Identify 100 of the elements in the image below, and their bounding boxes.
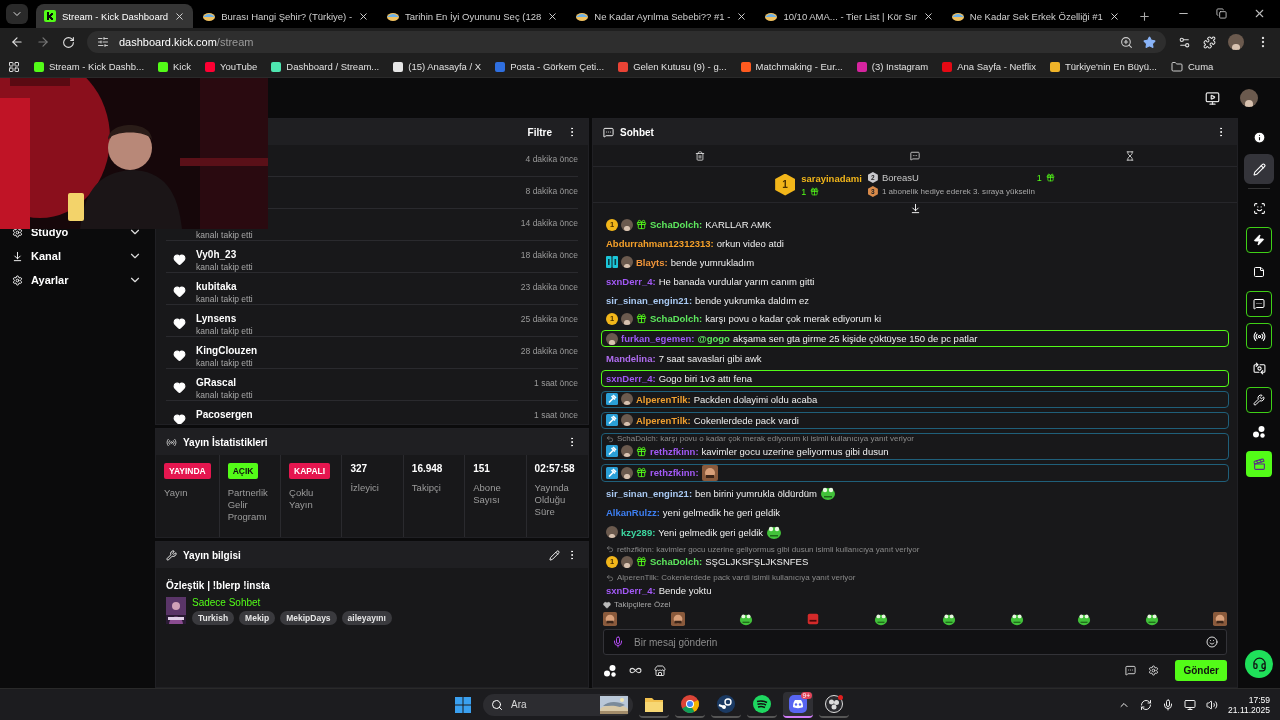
bookmark-link[interactable]: Posta - Görkem Çeti... [510, 61, 605, 72]
settings-icon[interactable] [1148, 665, 1160, 676]
search-box[interactable]: Ara [483, 693, 634, 716]
close-icon[interactable] [174, 10, 186, 22]
apps-grid-icon[interactable] [8, 60, 20, 73]
screen-icon[interactable] [1205, 90, 1220, 106]
close-icon[interactable] [922, 10, 934, 22]
browser-tab[interactable]: Ne Kadar Ayrılma Sebebi?? #1 - [568, 4, 756, 28]
chat-username[interactable]: sxnDerr_4: [606, 373, 656, 384]
bookmark-link[interactable]: Kick [173, 61, 191, 72]
extension-icon[interactable] [1178, 35, 1191, 49]
tool-button[interactable] [1246, 323, 1272, 349]
sync-icon[interactable] [1140, 698, 1153, 711]
close-icon[interactable] [358, 10, 370, 22]
bookmark-link[interactable]: Cuma [1188, 61, 1214, 72]
chat-username[interactable]: rethzfkinn: [650, 445, 699, 457]
tag[interactable]: aileyayını [341, 611, 392, 625]
browser-tab[interactable]: 10/10 AMA... - Tier List | Kör Sır [757, 4, 942, 28]
chat-username[interactable]: sxnDerr_4: [606, 275, 656, 287]
tool-button[interactable] [1246, 227, 1272, 253]
tool-button[interactable] [1246, 451, 1272, 477]
browser-tab[interactable]: Burası Hangi Şehir? (Türkiye) - [195, 4, 378, 28]
help-button[interactable] [1245, 650, 1273, 678]
browser-tab[interactable]: Tarihin En İyi Oyununu Seç (128 [379, 4, 567, 28]
emote-icon[interactable] [670, 612, 685, 626]
send-button[interactable]: Gönder [1175, 660, 1227, 681]
close-icon[interactable] [547, 10, 559, 22]
tag[interactable]: Turkish [192, 611, 235, 625]
chat-username[interactable]: rethzfkinn: [650, 467, 699, 478]
back-icon[interactable] [10, 35, 24, 49]
chat-username[interactable]: SchaDolch: [650, 556, 703, 567]
chat-username[interactable]: SchaDolch: [650, 313, 703, 325]
emote-icon[interactable] [1145, 612, 1160, 626]
close-icon[interactable] [1253, 7, 1266, 20]
monitor-icon[interactable] [1184, 698, 1197, 711]
emote-icon[interactable] [1009, 612, 1024, 626]
avatar[interactable] [1228, 34, 1244, 50]
forward-icon[interactable] [36, 35, 50, 49]
zoom-icon[interactable] [1120, 35, 1133, 49]
browser-tab[interactable]: Stream - Kick Dashboard [36, 4, 194, 28]
browser-tab[interactable]: Ne Kadar Sek Erkek Özelliği #1 [943, 4, 1128, 28]
emoji-icon[interactable] [1206, 636, 1218, 648]
chat-username[interactable]: sxnDerr_4: [606, 584, 656, 596]
bookmark-link[interactable]: Gelen Kutusu (9) - g... [633, 61, 727, 72]
chat-username[interactable]: AlperenTilk: [636, 393, 691, 405]
star-icon[interactable] [1143, 35, 1156, 49]
volume-icon[interactable] [1206, 698, 1219, 711]
sidebar-item[interactable]: Ayarlar [31, 274, 120, 286]
emote-icon[interactable] [1212, 612, 1227, 626]
chat-username[interactable]: Mandelina: [606, 353, 656, 365]
chat-username[interactable]: SchaDolch: [650, 219, 703, 230]
chat-username[interactable]: sir_sinan_engin21: [606, 294, 693, 306]
chat-icon[interactable] [1125, 665, 1137, 676]
emote-icon[interactable] [1077, 612, 1092, 626]
category-link[interactable]: Sadece Sohbet [192, 597, 261, 608]
chat-username[interactable]: sir_sinan_engin21: [606, 487, 693, 499]
close-icon[interactable] [736, 10, 748, 22]
bookmark-link[interactable]: Stream - Kick Dashb... [49, 61, 145, 72]
reload-icon[interactable] [62, 35, 75, 49]
emote-icon[interactable] [941, 612, 956, 626]
emote-icon[interactable] [766, 524, 783, 541]
pencil-icon[interactable] [549, 549, 560, 561]
search-field[interactable]: Ara [509, 698, 594, 711]
chat-username[interactable]: AlperenTilk: [636, 414, 691, 426]
bookmark-link[interactable]: (3) Instagram [871, 61, 929, 72]
tag[interactable]: MekipDays [280, 611, 337, 625]
sidebar-item[interactable]: Kanal [31, 250, 120, 262]
emote-icon[interactable] [603, 612, 617, 626]
emote-icon[interactable] [701, 464, 718, 481]
filter-button[interactable]: Filtre [519, 126, 560, 138]
message-input[interactable]: Bir mesaj gönderin [632, 635, 1198, 649]
emote-icon[interactable] [738, 612, 753, 626]
mic-icon[interactable] [1162, 698, 1175, 711]
emote-icon[interactable] [820, 485, 837, 502]
bookmark-link[interactable]: (15) Anasayfa / X [408, 61, 482, 72]
close-icon[interactable] [1108, 10, 1120, 22]
tab-list-button[interactable] [6, 4, 28, 24]
chat-username[interactable]: kzy289: [621, 526, 656, 538]
emote-icon[interactable] [874, 612, 889, 626]
store-icon[interactable] [654, 664, 666, 677]
bookmark-link[interactable]: YouTube [220, 61, 258, 72]
bookmark-link[interactable]: Dashboard / Stream... [286, 61, 380, 72]
message-field[interactable]: Bir mesaj gönderin [603, 629, 1227, 655]
tool-button[interactable] [1246, 387, 1272, 413]
bookmark-link[interactable]: Türkiye'nin En Büyü... [1064, 61, 1157, 72]
bookmark-link[interactable]: Ana Sayfa - Netflix [957, 61, 1036, 72]
mention-link[interactable]: @gogo [697, 333, 730, 345]
tool-button[interactable] [1246, 156, 1272, 182]
puzzle-icon[interactable] [1203, 35, 1216, 49]
chat-username[interactable]: Blayts: [636, 256, 668, 268]
avatar[interactable] [1240, 89, 1258, 107]
site-settings-icon[interactable] [97, 36, 109, 48]
restore-icon[interactable] [1216, 8, 1227, 19]
tag[interactable]: Mekip [239, 611, 276, 625]
pin-down-icon[interactable] [909, 203, 921, 214]
chat-username[interactable]: Abdurrahman12312313: [606, 237, 714, 249]
chat-username[interactable]: AlkanRulzz: [606, 507, 660, 519]
tool-button[interactable] [1246, 291, 1272, 317]
bookmark-link[interactable]: Matchmaking - Eur... [755, 61, 843, 72]
chat-username[interactable]: furkan_egemen: [621, 333, 695, 345]
